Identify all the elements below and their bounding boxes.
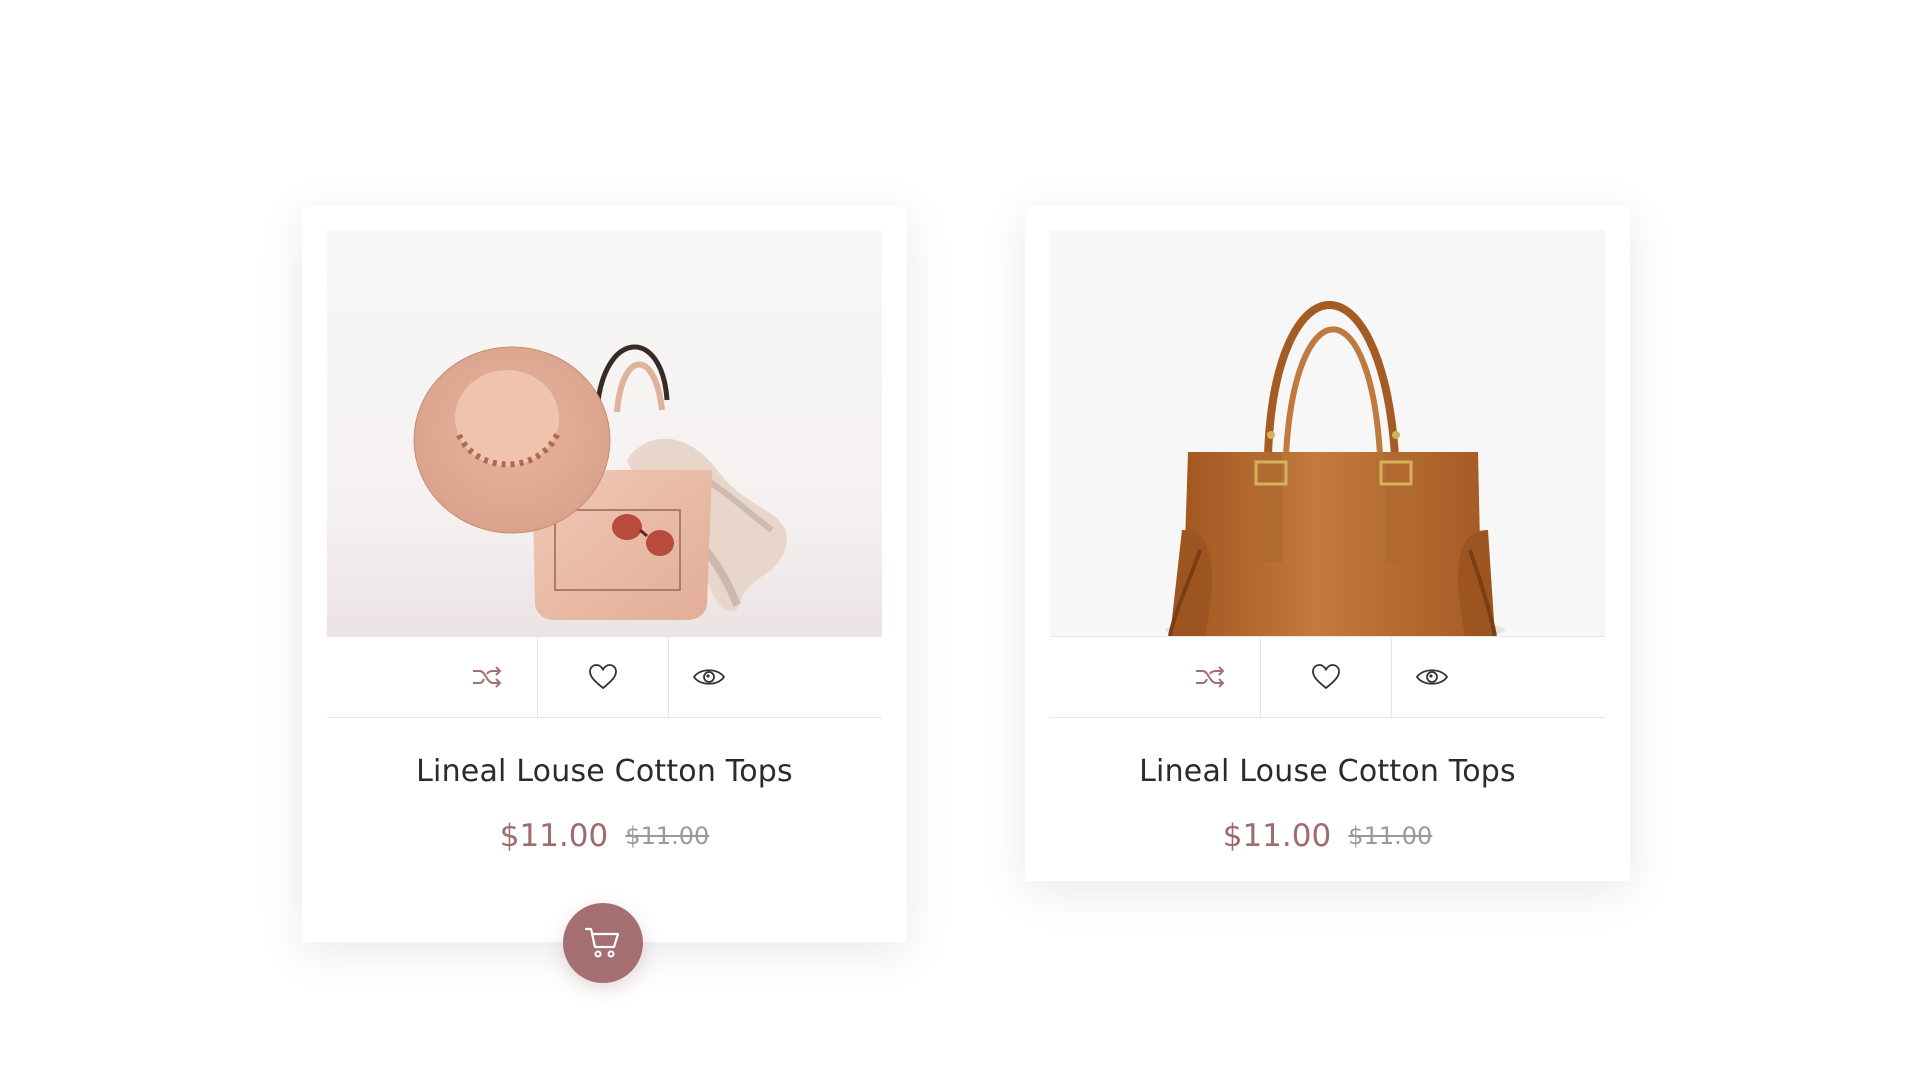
cart-icon bbox=[584, 927, 620, 958]
product-title[interactable]: Lineal Louse Cotton Tops bbox=[1025, 754, 1630, 789]
quick-view-button[interactable] bbox=[1392, 637, 1472, 717]
product-image[interactable] bbox=[1050, 230, 1605, 636]
product-title[interactable]: Lineal Louse Cotton Tops bbox=[302, 754, 907, 789]
heart-icon bbox=[589, 664, 617, 690]
hat-bag-image bbox=[413, 344, 787, 620]
price-old: $11.00 bbox=[625, 822, 710, 850]
quick-view-button[interactable] bbox=[669, 637, 749, 717]
product-actions bbox=[327, 636, 882, 718]
eye-icon bbox=[1415, 669, 1449, 685]
shuffle-icon bbox=[1196, 666, 1225, 688]
product-card[interactable]: Lineal Louse Cotton Tops $11.00 $11.00 bbox=[302, 206, 907, 942]
product-card[interactable]: Lineal Louse Cotton Tops $11.00 $11.00 bbox=[1025, 206, 1630, 881]
wishlist-button[interactable] bbox=[1261, 637, 1392, 717]
product-image[interactable] bbox=[327, 230, 882, 636]
price-current: $11.00 bbox=[1222, 818, 1332, 854]
heart-icon bbox=[1312, 664, 1340, 690]
eye-icon bbox=[692, 669, 726, 685]
compare-button[interactable] bbox=[1160, 637, 1261, 717]
product-actions bbox=[1050, 636, 1605, 718]
shuffle-icon bbox=[473, 666, 502, 688]
product-prices: $11.00 $11.00 bbox=[1025, 818, 1630, 854]
compare-button[interactable] bbox=[437, 637, 538, 717]
product-prices: $11.00 $11.00 bbox=[302, 818, 907, 854]
tote-bag-image bbox=[1165, 301, 1505, 636]
wishlist-button[interactable] bbox=[538, 637, 669, 717]
price-old: $11.00 bbox=[1348, 822, 1433, 850]
add-to-cart-button[interactable] bbox=[563, 903, 643, 983]
product-grid: Lineal Louse Cotton Tops $11.00 $11.00 L… bbox=[0, 0, 1920, 1080]
price-current: $11.00 bbox=[499, 818, 609, 854]
